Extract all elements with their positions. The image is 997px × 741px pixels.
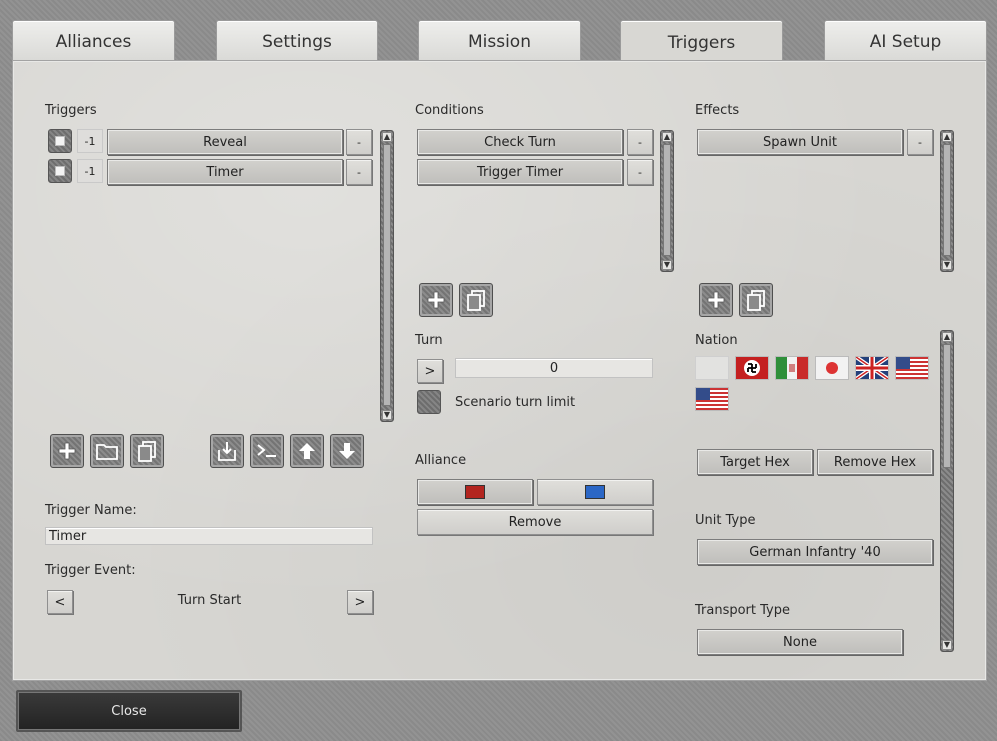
scroll-up-icon[interactable]: ▲	[662, 132, 672, 142]
trigger-event-label: Trigger Event:	[45, 563, 136, 578]
neutral-flag-icon[interactable]	[695, 356, 729, 380]
trigger-item-timer[interactable]: Timer	[107, 159, 343, 185]
transport-type-label: Transport Type	[695, 603, 790, 618]
unit-type-label: Unit Type	[695, 513, 756, 528]
unit-type-button[interactable]: German Infantry '40	[697, 539, 933, 565]
tab-label: Settings	[262, 31, 332, 52]
turn-input[interactable]: 0	[455, 358, 653, 378]
trigger-index: -1	[77, 159, 103, 183]
remove-trigger-button[interactable]: -	[346, 159, 372, 185]
turn-arrow-button[interactable]: >	[417, 359, 443, 383]
add-icon[interactable]	[699, 283, 733, 317]
target-hex-button[interactable]: Target Hex	[697, 449, 813, 475]
tab-settings[interactable]: Settings	[216, 20, 378, 62]
effects-heading: Effects	[695, 103, 740, 118]
scroll-down-icon[interactable]: ▼	[942, 640, 952, 650]
scroll-down-icon[interactable]: ▼	[662, 260, 672, 270]
conditions-scrollbar[interactable]: ▲ ▼	[660, 130, 674, 272]
conditions-heading: Conditions	[415, 103, 484, 118]
folder-icon[interactable]	[90, 434, 124, 468]
scroll-thumb[interactable]	[943, 144, 951, 256]
alliance-remove-button[interactable]: Remove	[417, 509, 653, 535]
scroll-down-icon[interactable]: ▼	[382, 410, 392, 420]
scroll-up-icon[interactable]: ▲	[942, 132, 952, 142]
usa-flag-icon[interactable]	[895, 356, 929, 380]
scroll-thumb[interactable]	[943, 344, 951, 468]
uk-flag-icon[interactable]	[855, 356, 889, 380]
tab-label: Triggers	[667, 32, 736, 53]
remove-condition-button[interactable]: -	[627, 129, 653, 155]
tab-ai-setup[interactable]: AI Setup	[824, 20, 987, 62]
tab-label: AI Setup	[869, 31, 942, 52]
remove-condition-button[interactable]: -	[627, 159, 653, 185]
copy-icon[interactable]	[130, 434, 164, 468]
trigger-event-value: Turn Start	[177, 593, 242, 608]
color-swatch	[465, 485, 485, 499]
effects-details-scrollbar[interactable]: ▲ ▼	[940, 330, 954, 652]
nation-label: Nation	[695, 333, 738, 348]
close-button[interactable]: Close	[16, 690, 242, 732]
trigger-event-next-button[interactable]: >	[347, 590, 373, 614]
tab-label: Alliances	[55, 31, 132, 52]
tab-mission[interactable]: Mission	[418, 20, 581, 62]
trigger-checkbox[interactable]	[48, 129, 72, 153]
triggers-scrollbar[interactable]: ▲ ▼	[380, 130, 394, 422]
add-icon[interactable]	[419, 283, 453, 317]
color-swatch	[585, 485, 605, 499]
tab-alliances[interactable]: Alliances	[12, 20, 175, 62]
scroll-thumb[interactable]	[663, 144, 671, 256]
remove-effect-button[interactable]: -	[907, 129, 933, 155]
italy-flag-icon[interactable]	[775, 356, 809, 380]
trigger-checkbox[interactable]	[48, 159, 72, 183]
transport-type-button[interactable]: None	[697, 629, 903, 655]
scroll-up-icon[interactable]: ▲	[942, 332, 952, 342]
scenario-turn-limit-label: Scenario turn limit	[455, 395, 576, 410]
copy-icon[interactable]	[739, 283, 773, 317]
remove-hex-button[interactable]: Remove Hex	[817, 449, 933, 475]
alliance-label: Alliance	[415, 453, 467, 468]
usa-flag-icon[interactable]	[695, 387, 729, 411]
triggers-heading: Triggers	[45, 103, 97, 118]
checkbox-box	[55, 136, 65, 146]
checkbox-box	[55, 166, 65, 176]
trigger-item-reveal[interactable]: Reveal	[107, 129, 343, 155]
alliance-blue-button[interactable]	[537, 479, 653, 505]
condition-item-trigger-timer[interactable]: Trigger Timer	[417, 159, 623, 185]
turn-label: Turn	[415, 333, 443, 348]
console-icon[interactable]	[250, 434, 284, 468]
move-down-icon[interactable]	[330, 434, 364, 468]
trigger-index: -1	[77, 129, 103, 153]
scenario-turn-limit-checkbox[interactable]	[417, 390, 441, 414]
import-icon[interactable]	[210, 434, 244, 468]
add-icon[interactable]	[50, 434, 84, 468]
trigger-event-prev-button[interactable]: <	[47, 590, 73, 614]
scroll-down-icon[interactable]: ▼	[942, 260, 952, 270]
alliance-red-button[interactable]	[417, 479, 533, 505]
remove-trigger-button[interactable]: -	[346, 129, 372, 155]
scroll-up-icon[interactable]: ▲	[382, 132, 392, 142]
trigger-name-input[interactable]: Timer	[45, 527, 373, 545]
scroll-thumb[interactable]	[383, 144, 391, 406]
condition-item-check-turn[interactable]: Check Turn	[417, 129, 623, 155]
tab-label: Mission	[467, 31, 531, 52]
trigger-name-label: Trigger Name:	[45, 503, 137, 518]
germany-flag-icon[interactable]	[735, 356, 769, 380]
copy-icon[interactable]	[459, 283, 493, 317]
move-up-icon[interactable]	[290, 434, 324, 468]
tab-triggers[interactable]: Triggers	[620, 20, 783, 64]
effects-scrollbar[interactable]: ▲ ▼	[940, 130, 954, 272]
japan-flag-icon[interactable]	[815, 356, 849, 380]
effect-item-spawn-unit[interactable]: Spawn Unit	[697, 129, 903, 155]
